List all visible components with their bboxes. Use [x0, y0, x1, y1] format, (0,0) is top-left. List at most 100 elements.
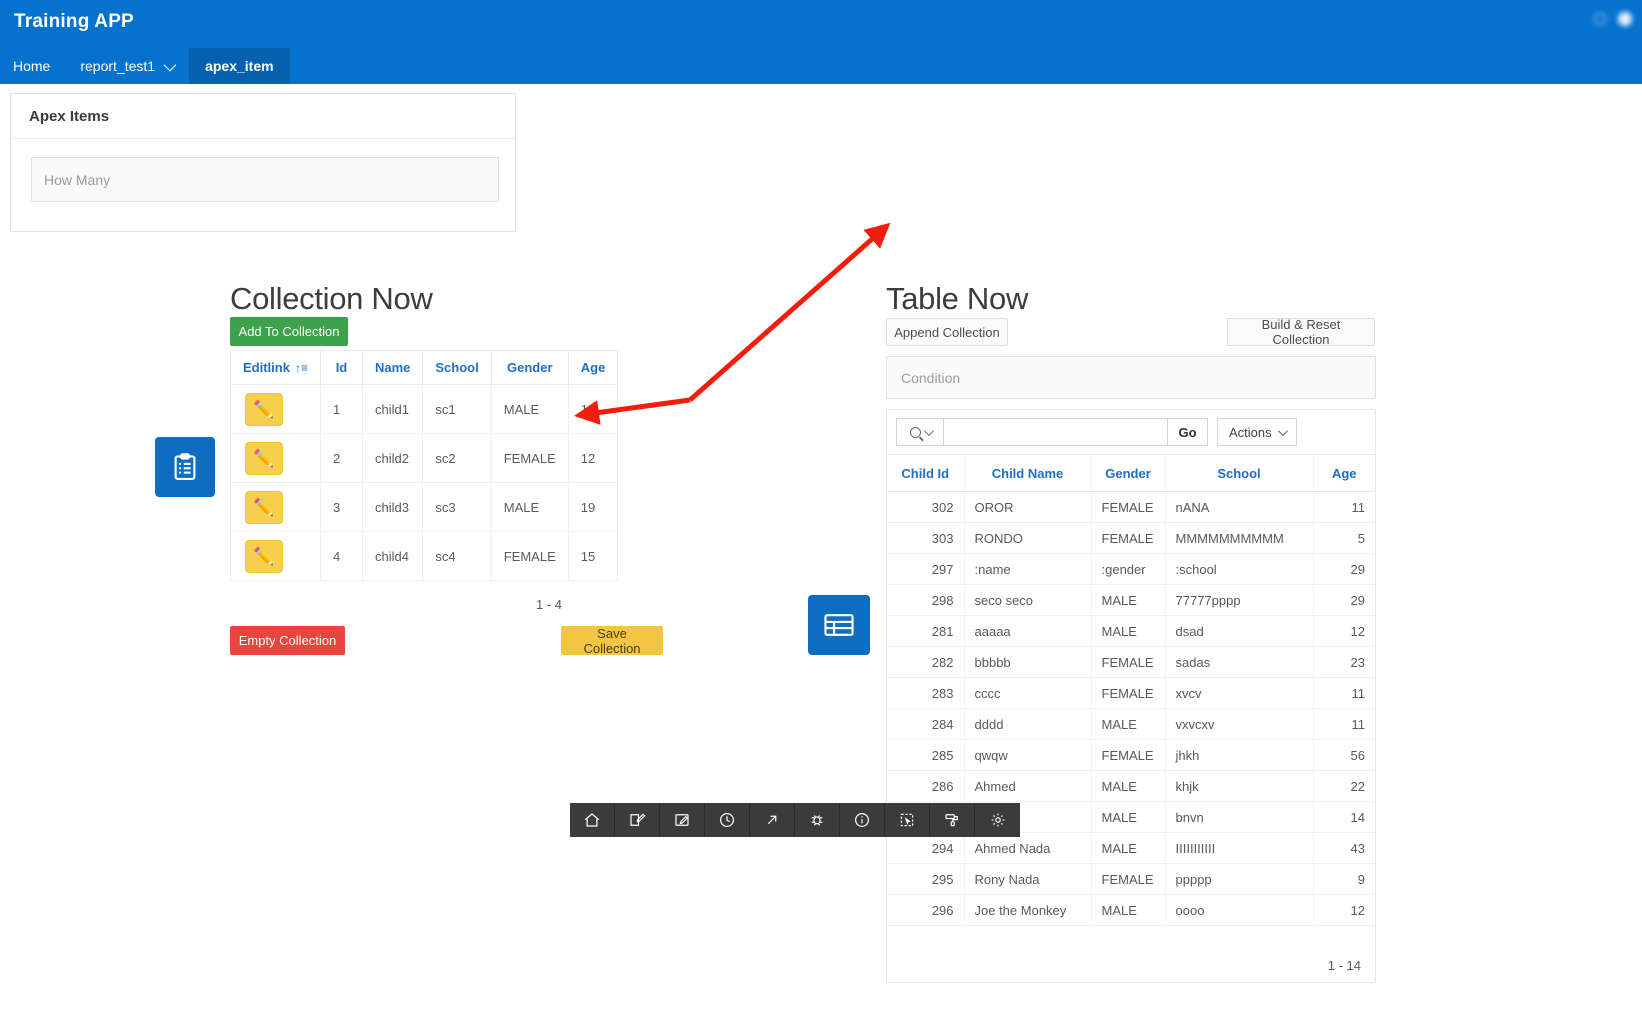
edit-row-button[interactable]: ✏️ — [245, 392, 283, 426]
append-collection-button[interactable]: Append Collection — [886, 318, 1008, 346]
history-clock-icon — [720, 813, 734, 827]
collection-cell-gender: MALE — [490, 482, 569, 532]
history-clock-icon-button[interactable] — [705, 803, 750, 837]
edit-row-button[interactable]: ✏️ — [245, 441, 283, 475]
report-cell-school: oooo — [1165, 894, 1314, 926]
report-cell-school: dsad — [1165, 615, 1314, 647]
report-cell-gender: FEMALE — [1091, 522, 1166, 554]
report-cell-child-id: 295 — [887, 863, 965, 895]
table-section-title: Table Now — [886, 281, 1029, 316]
report-cell-gender: MALE — [1091, 770, 1166, 802]
collection-col-age[interactable]: Age — [567, 350, 619, 385]
home-icon-button[interactable] — [570, 803, 615, 837]
table-row: ✏️ 3 child3 sc3 MALE 19 — [230, 482, 619, 532]
report-cell-gender: FEMALE — [1091, 863, 1166, 895]
collection-col-gender[interactable]: Gender — [490, 350, 569, 385]
debug-bug-icon-button[interactable] — [795, 803, 840, 837]
chevron-down-icon — [163, 58, 177, 71]
nav-item-home[interactable]: Home — [0, 48, 64, 84]
build-reset-collection-button[interactable]: Build & Reset Collection — [1227, 317, 1375, 347]
search-column-selector-button[interactable] — [896, 418, 944, 446]
home-icon — [584, 813, 600, 827]
edit-pencil-icon: ✏️ — [253, 448, 275, 468]
report-col-gender[interactable]: Gender — [1091, 454, 1166, 492]
interactive-report-region: Go Actions Child Id Child Name Gender Sc… — [886, 409, 1376, 983]
collection-cell-name: child2 — [361, 433, 424, 483]
settings-gear-icon-button[interactable] — [975, 803, 1020, 837]
collection-cell-gender: FEMALE — [490, 433, 569, 483]
report-cell-age: 5 — [1313, 522, 1375, 554]
save-collection-button[interactable]: Save Collection — [561, 626, 663, 656]
empty-collection-button[interactable]: Empty Collection — [230, 626, 345, 655]
theme-roller-icon — [945, 814, 958, 827]
report-col-child-name[interactable]: Child Name — [964, 454, 1092, 492]
report-cell-child-id: 303 — [887, 522, 965, 554]
info-icon-button[interactable] — [840, 803, 885, 837]
collection-col-name[interactable]: Name — [361, 350, 424, 385]
apex-items-card: Apex Items — [10, 93, 516, 232]
report-cell-child-id: 285 — [887, 739, 965, 771]
report-cell-child-id: 297 — [887, 553, 965, 585]
apex-items-card-body — [11, 139, 515, 220]
select-element-icon — [900, 813, 914, 827]
report-actions-button[interactable]: Actions — [1217, 418, 1297, 446]
report-col-age[interactable]: Age — [1313, 454, 1375, 492]
clipboard-list-icon-button[interactable] — [155, 437, 215, 497]
collection-header-row: Editlink ↑≡ Id Name School Gender Age — [230, 350, 619, 385]
report-cell-gender: MALE — [1091, 584, 1166, 616]
collection-cell-name: child3 — [361, 482, 424, 532]
theme-roller-icon-button[interactable] — [930, 803, 975, 837]
table-row: 285 qwqw FEMALE jhkh 56 — [887, 739, 1375, 771]
sort-asc-icon: ↑≡ — [294, 361, 308, 375]
select-element-icon-button[interactable] — [885, 803, 930, 837]
condition-input[interactable] — [886, 356, 1376, 399]
collection-cell-age: 13 — [567, 384, 619, 434]
edit-row-button[interactable]: ✏️ — [245, 539, 283, 573]
report-col-school[interactable]: School — [1165, 454, 1314, 492]
user-menu[interactable] — [1594, 12, 1632, 26]
collection-cell-name: child4 — [361, 531, 424, 581]
report-cell-age: 56 — [1313, 739, 1375, 771]
grid-table-icon-button[interactable] — [808, 595, 870, 655]
collection-cell-editlink: ✏️ — [230, 433, 321, 483]
debug-bug-icon — [811, 815, 823, 826]
nav-item-home-label: Home — [13, 58, 51, 74]
edit-row-button[interactable]: ✏️ — [245, 490, 283, 524]
collection-cell-editlink: ✏️ — [230, 384, 321, 434]
collection-col-id[interactable]: Id — [319, 350, 363, 385]
report-cell-age: 22 — [1313, 770, 1375, 802]
page-edit-icon-button[interactable] — [615, 803, 660, 837]
report-cell-age: 11 — [1313, 708, 1375, 740]
report-table: Child Id Child Name Gender School Age 30… — [887, 454, 1375, 926]
report-cell-age: 12 — [1313, 894, 1375, 926]
collection-cell-editlink: ✏️ — [230, 482, 321, 532]
report-cell-school: IIIIIIIIIII — [1165, 832, 1314, 864]
table-row: 281 aaaaa MALE dsad 12 — [887, 615, 1375, 647]
edit-pencil-icon-button[interactable] — [660, 803, 705, 837]
collection-col-school[interactable]: School — [422, 350, 492, 385]
expand-arrow-icon-button[interactable] — [750, 803, 795, 837]
edit-pencil-icon: ✏️ — [253, 399, 275, 419]
table-row: 283 cccc FEMALE xvcv 11 — [887, 677, 1375, 709]
report-cell-child-id: 284 — [887, 708, 965, 740]
collection-cell-school: sc1 — [422, 384, 492, 434]
page-edit-icon — [630, 813, 646, 826]
search-icon — [909, 426, 921, 438]
nav-item-report-test1[interactable]: report_test1 — [64, 48, 189, 84]
report-cell-child-id: 286 — [887, 770, 965, 802]
table-row: ✏️ 2 child2 sc2 FEMALE 12 — [230, 433, 619, 483]
add-to-collection-button[interactable]: Add To Collection — [230, 317, 348, 346]
report-go-button[interactable]: Go — [1168, 418, 1208, 446]
report-search-input[interactable] — [944, 418, 1168, 446]
interactive-report-toolbar: Go Actions — [887, 410, 1375, 454]
collection-col-editlink[interactable]: Editlink ↑≡ — [230, 350, 321, 385]
collection-cell-age: 19 — [567, 482, 619, 532]
how-many-input[interactable] — [31, 157, 499, 202]
report-col-child-id[interactable]: Child Id — [887, 454, 965, 492]
report-cell-age: 23 — [1313, 646, 1375, 678]
report-cell-age: 11 — [1313, 491, 1375, 523]
collection-cell-id: 4 — [319, 531, 363, 581]
nav-item-apex-item[interactable]: apex_item — [189, 48, 290, 84]
collection-cell-id: 1 — [319, 384, 363, 434]
collection-cell-age: 12 — [567, 433, 619, 483]
